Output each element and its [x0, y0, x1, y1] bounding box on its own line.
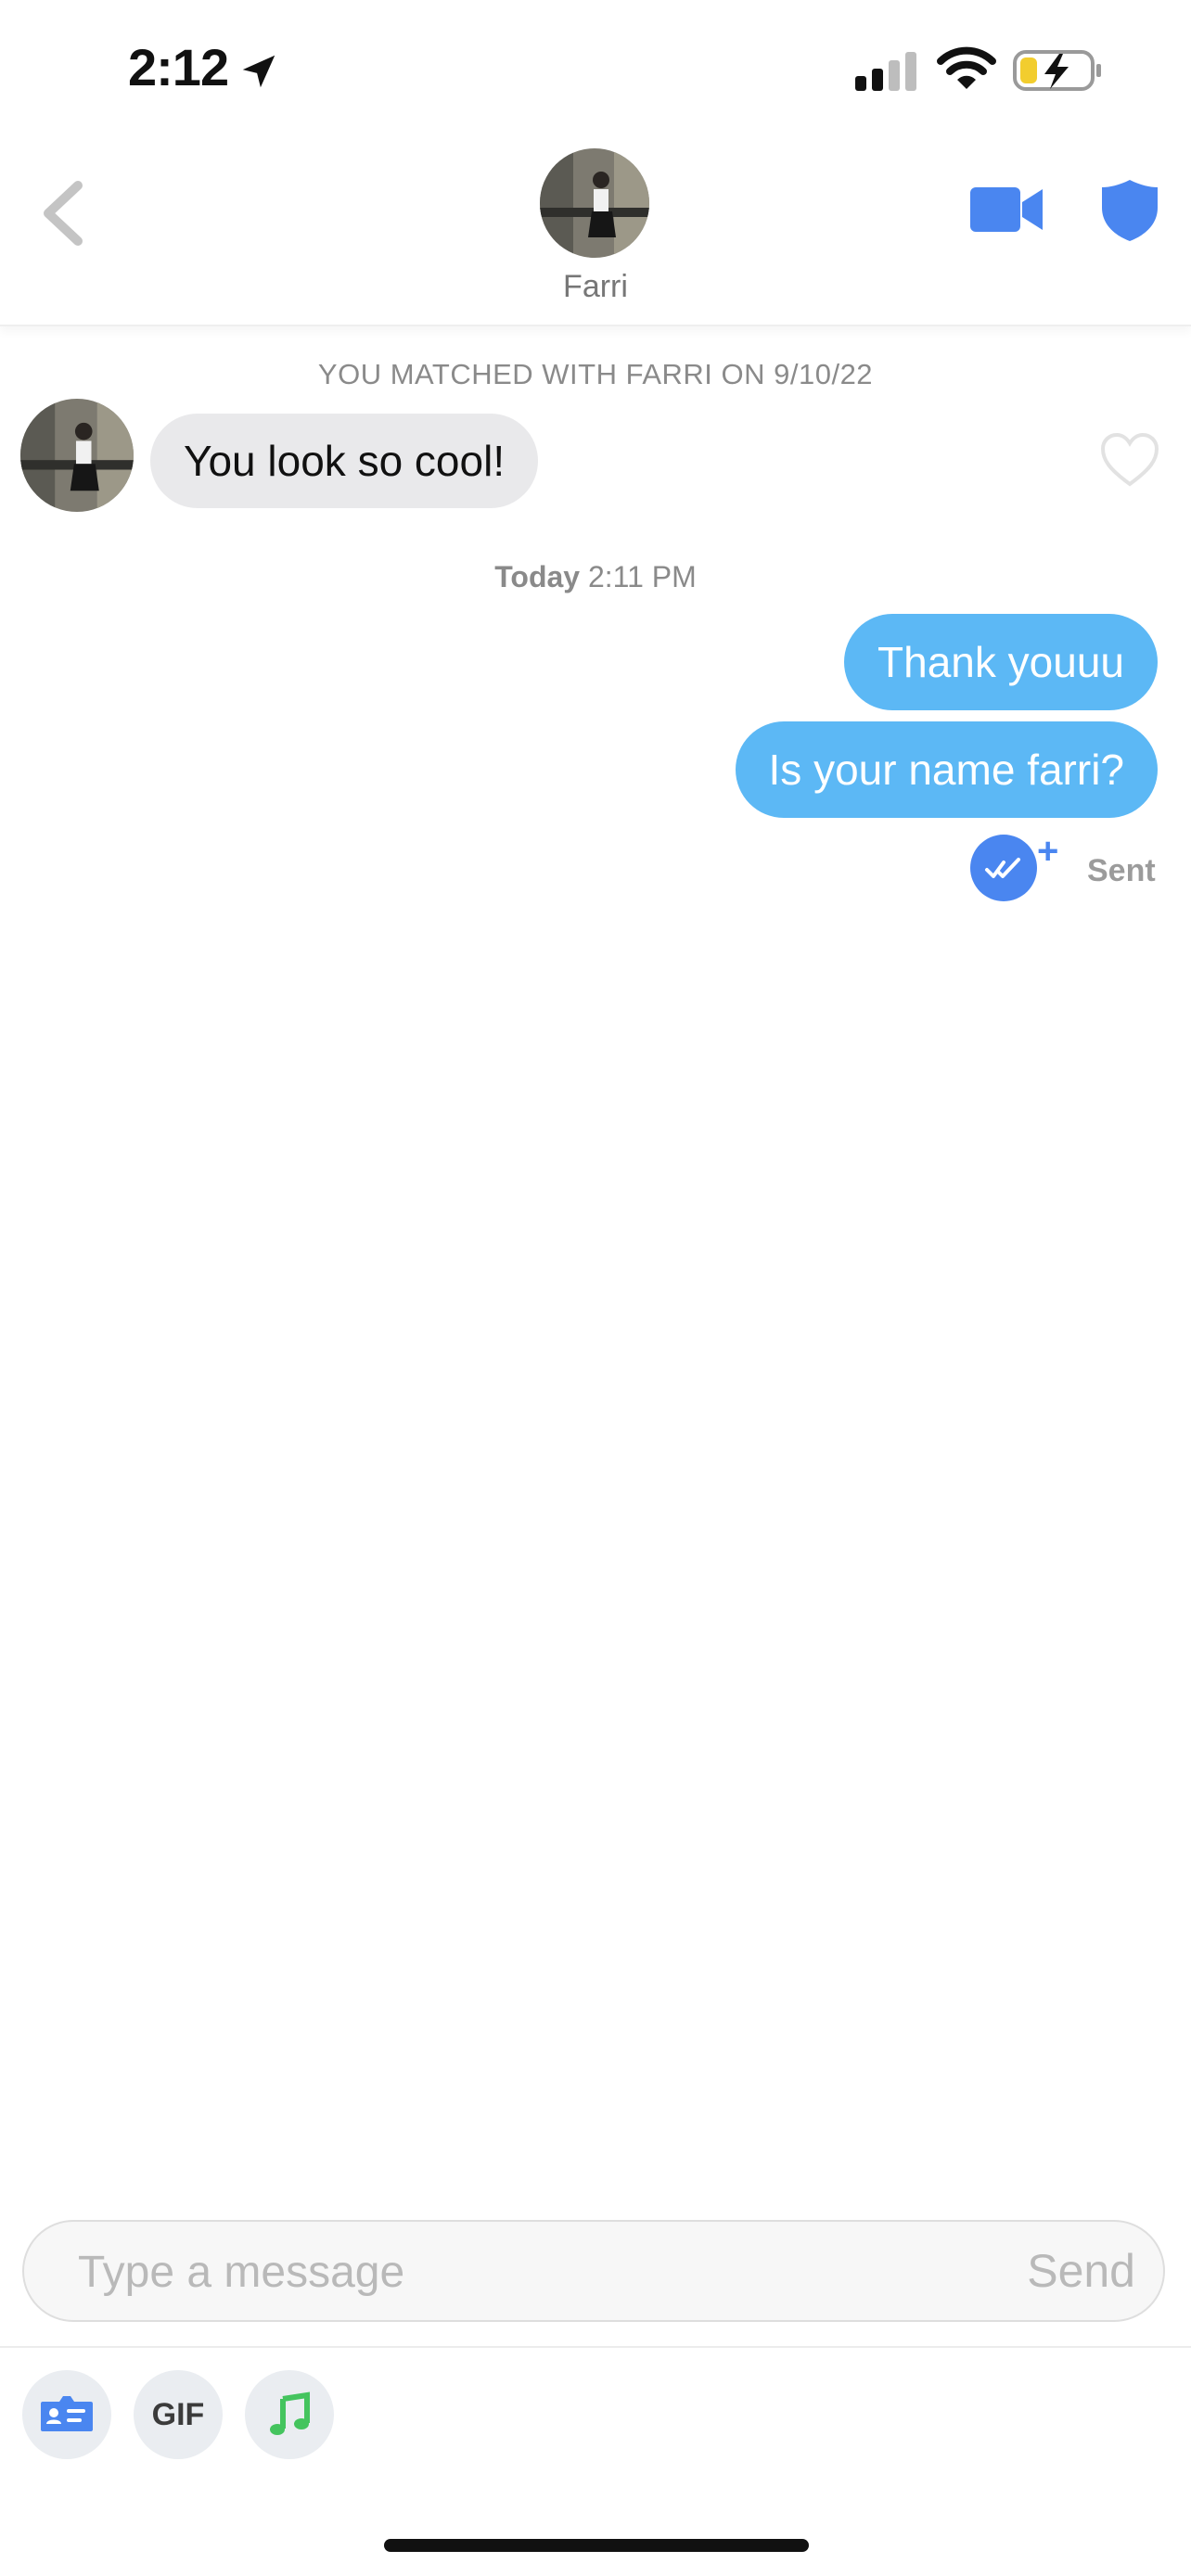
music-note-icon — [270, 2391, 310, 2435]
safety-shield-button[interactable] — [1100, 178, 1159, 243]
id-card-icon — [41, 2396, 93, 2431]
music-button[interactable] — [245, 2370, 334, 2459]
back-button[interactable] — [35, 178, 91, 249]
profile-photo — [20, 399, 134, 512]
timestamp-day: Today — [494, 560, 581, 593]
outgoing-message-bubble[interactable]: Is your name farri? — [735, 721, 1158, 818]
timestamp-time: 2:11 PM — [587, 560, 697, 593]
outgoing-message-bubble[interactable]: Thank youuu — [844, 614, 1158, 710]
wifi-icon — [937, 46, 996, 89]
incoming-message-bubble[interactable]: You look so cool! — [150, 414, 539, 508]
message-timestamp: Today 2:11 PM — [0, 560, 1191, 594]
double-check-icon — [985, 858, 1020, 878]
location-arrow-icon — [242, 55, 275, 88]
status-time: 2:12 — [128, 38, 229, 96]
message-avatar[interactable] — [20, 399, 134, 512]
home-indicator — [384, 2539, 809, 2552]
gif-label: GIF — [151, 2396, 205, 2432]
message-status: Sent — [1087, 853, 1156, 888]
profile-photo — [540, 148, 649, 258]
heart-icon[interactable] — [1100, 432, 1159, 488]
battery-charging-icon — [1013, 50, 1101, 91]
cellular-signal-icon — [855, 52, 916, 91]
video-call-button[interactable] — [970, 184, 1044, 236]
gif-button[interactable]: GIF — [134, 2370, 223, 2459]
toolbar-divider — [0, 2346, 1191, 2348]
contact-avatar[interactable] — [540, 148, 649, 258]
match-banner: YOU MATCHED WITH FARRI ON 9/10/22 — [317, 358, 874, 390]
profile-card-button[interactable] — [22, 2370, 111, 2459]
contact-name: Farri — [563, 269, 628, 304]
read-receipt-button[interactable] — [970, 835, 1037, 901]
message-input[interactable] — [76, 2222, 989, 2322]
message-composer: Send — [22, 2220, 1165, 2322]
plus-icon[interactable]: + — [1037, 831, 1058, 873]
send-button[interactable]: Send — [1027, 2222, 1135, 2320]
